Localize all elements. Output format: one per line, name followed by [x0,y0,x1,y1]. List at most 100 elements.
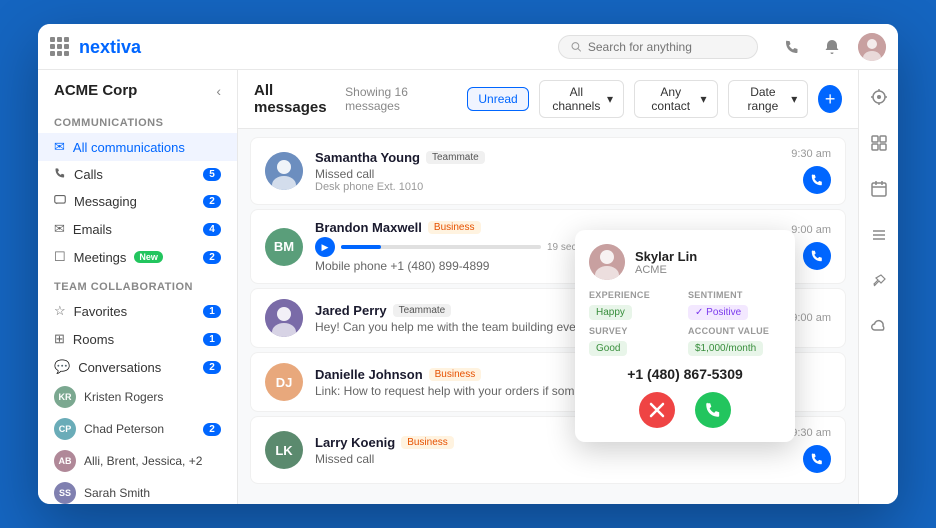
phone-nav-icon[interactable] [778,33,806,61]
message-card-samantha: Samantha Young Teammate Missed call Desk… [250,137,846,205]
search-bar[interactable] [558,35,758,59]
msg-meta-larry: 9:30 am [791,427,831,473]
all-channels-filter-btn[interactable]: All channels ▾ [539,80,624,118]
conv-name-sarah: Sarah Smith [84,486,150,500]
popup-experience-cell: EXPERIENCE Happy [589,290,682,320]
contact-popup: Skylar Lin ACME EXPERIENCE Happy SENTIME… [575,230,795,442]
msg-time-samantha: 9:30 am [791,148,831,160]
grid-menu-icon[interactable] [50,37,69,56]
voicemail-progress-fill [341,245,381,249]
calls-label: Calls [74,167,103,182]
sidebar-title: ACME Corp [54,82,137,99]
msg-tag-larry: Business [401,436,454,449]
decline-call-btn[interactable] [639,392,675,428]
favorites-label: Favorites [74,304,127,319]
conv-badge-chad: 2 [203,423,221,436]
messaging-label: Messaging [74,194,137,209]
meetings-icon: ☐ [54,249,66,265]
conv-avatar-alli: AB [54,450,76,472]
rail-target-icon[interactable] [864,82,894,112]
bell-nav-icon[interactable] [818,33,846,61]
call-btn-larry[interactable] [803,445,831,473]
app-logo: nextiva [79,36,159,58]
msg-tag-danielle: Business [429,368,482,381]
call-btn-samantha[interactable] [803,166,831,194]
rail-list-icon[interactable] [864,220,894,250]
favorites-icon: ☆ [54,303,66,319]
sidebar-item-messaging[interactable]: Messaging 2 [38,188,237,215]
any-contact-filter-btn[interactable]: Any contact ▾ [634,80,718,118]
emails-badge: 4 [203,223,221,236]
account-value-label: ACCOUNT VALUE [688,326,781,336]
rail-grid-icon[interactable] [864,128,894,158]
msg-text-samantha: Missed call [315,167,779,181]
rail-pin-icon[interactable] [864,266,894,296]
msg-tag-samantha: Teammate [426,151,485,164]
msg-name-danielle: Danielle Johnson [315,367,423,382]
voicemail-play-btn[interactable]: ▶ [315,237,335,257]
sidebar-item-favorites[interactable]: ☆ Favorites 1 [38,297,237,325]
msg-time-jared: 9:00 am [791,312,831,324]
survey-value: Good [589,341,627,356]
top-nav: nextiva [38,24,898,70]
conv-chad[interactable]: CP Chad Peterson 2 [38,413,237,445]
search-input[interactable] [588,40,745,54]
rail-cloud-icon[interactable] [864,312,894,342]
meetings-new-badge: New [134,251,163,263]
date-range-filter-btn[interactable]: Date range ▾ [728,80,809,118]
popup-contact-info: Skylar Lin ACME [635,249,697,276]
popup-survey-cell: SURVEY Good [589,326,682,356]
conv-alli[interactable]: AB Alli, Brent, Jessica, +2 [38,445,237,477]
calls-badge: 5 [203,168,221,181]
msg-name-brandon: Brandon Maxwell [315,220,422,235]
unread-filter-btn[interactable]: Unread [467,87,528,111]
user-avatar-nav[interactable] [858,33,886,61]
msg-avatar-samantha [265,152,303,190]
msg-time-brandon: 9:00 am [791,224,831,236]
emails-label: Emails [73,222,112,237]
msg-top-samantha: Samantha Young Teammate [315,150,779,165]
msg-avatar-jared [265,299,303,337]
collapse-sidebar-btn[interactable]: ‹ [216,83,221,99]
sidebar: ACME Corp ‹ Communications ✉ All communi… [38,70,238,504]
conv-avatar-kristen: KR [54,386,76,408]
sidebar-item-all-communications[interactable]: ✉ All communications [38,133,237,161]
conv-sarah[interactable]: SS Sarah Smith [38,477,237,504]
voicemail-time: 19 sec [547,242,576,253]
add-message-btn[interactable]: + [818,85,842,113]
conv-avatar-chad: CP [54,418,76,440]
popup-contact-name: Skylar Lin [635,249,697,264]
rail-calendar-icon[interactable] [864,174,894,204]
sidebar-item-emails[interactable]: ✉ Emails 4 [38,215,237,243]
sidebar-item-rooms[interactable]: ⊞ Rooms 1 [38,325,237,353]
msg-tag-jared: Teammate [393,304,452,317]
sidebar-item-meetings[interactable]: ☐ Meetings New 2 [38,243,237,271]
msg-meta-brandon: 9:00 am [791,224,831,270]
svg-text:nextiva: nextiva [79,37,142,57]
popup-avatar [589,244,625,280]
messaging-badge: 2 [203,195,221,208]
msg-tag-brandon: Business [428,221,481,234]
msg-name-larry: Larry Koenig [315,435,395,450]
conv-name-kristen: Kristen Rogers [84,390,163,404]
conv-kristen[interactable]: KR Kristen Rogers [38,381,237,413]
msg-time-larry: 9:30 am [791,427,831,439]
conversations-icon: 💬 [54,359,70,375]
call-btn-brandon[interactable] [803,242,831,270]
sidebar-header: ACME Corp ‹ [38,70,237,107]
emails-icon: ✉ [54,221,65,237]
accept-call-btn[interactable] [695,392,731,428]
popup-sentiment-cell: SENTIMENT ✓ Positive [688,290,781,320]
right-icon-rail [858,70,898,504]
sidebar-item-conversations[interactable]: 💬 Conversations 2 [38,353,237,381]
popup-actions [589,392,781,428]
sidebar-item-calls[interactable]: Calls 5 [38,161,237,188]
popup-info-grid: EXPERIENCE Happy SENTIMENT ✓ Positive SU… [589,290,781,356]
popup-phone: +1 (480) 867-5309 [589,366,781,382]
showing-count: Showing 16 messages [345,85,447,113]
msg-meta-samantha: 9:30 am [791,148,831,194]
msg-meta-jared: 9:00 am [791,312,831,324]
main-area: ACME Corp ‹ Communications ✉ All communi… [38,70,898,504]
conv-name-alli: Alli, Brent, Jessica, +2 [84,454,202,468]
conversations-label: Conversations [78,360,161,375]
